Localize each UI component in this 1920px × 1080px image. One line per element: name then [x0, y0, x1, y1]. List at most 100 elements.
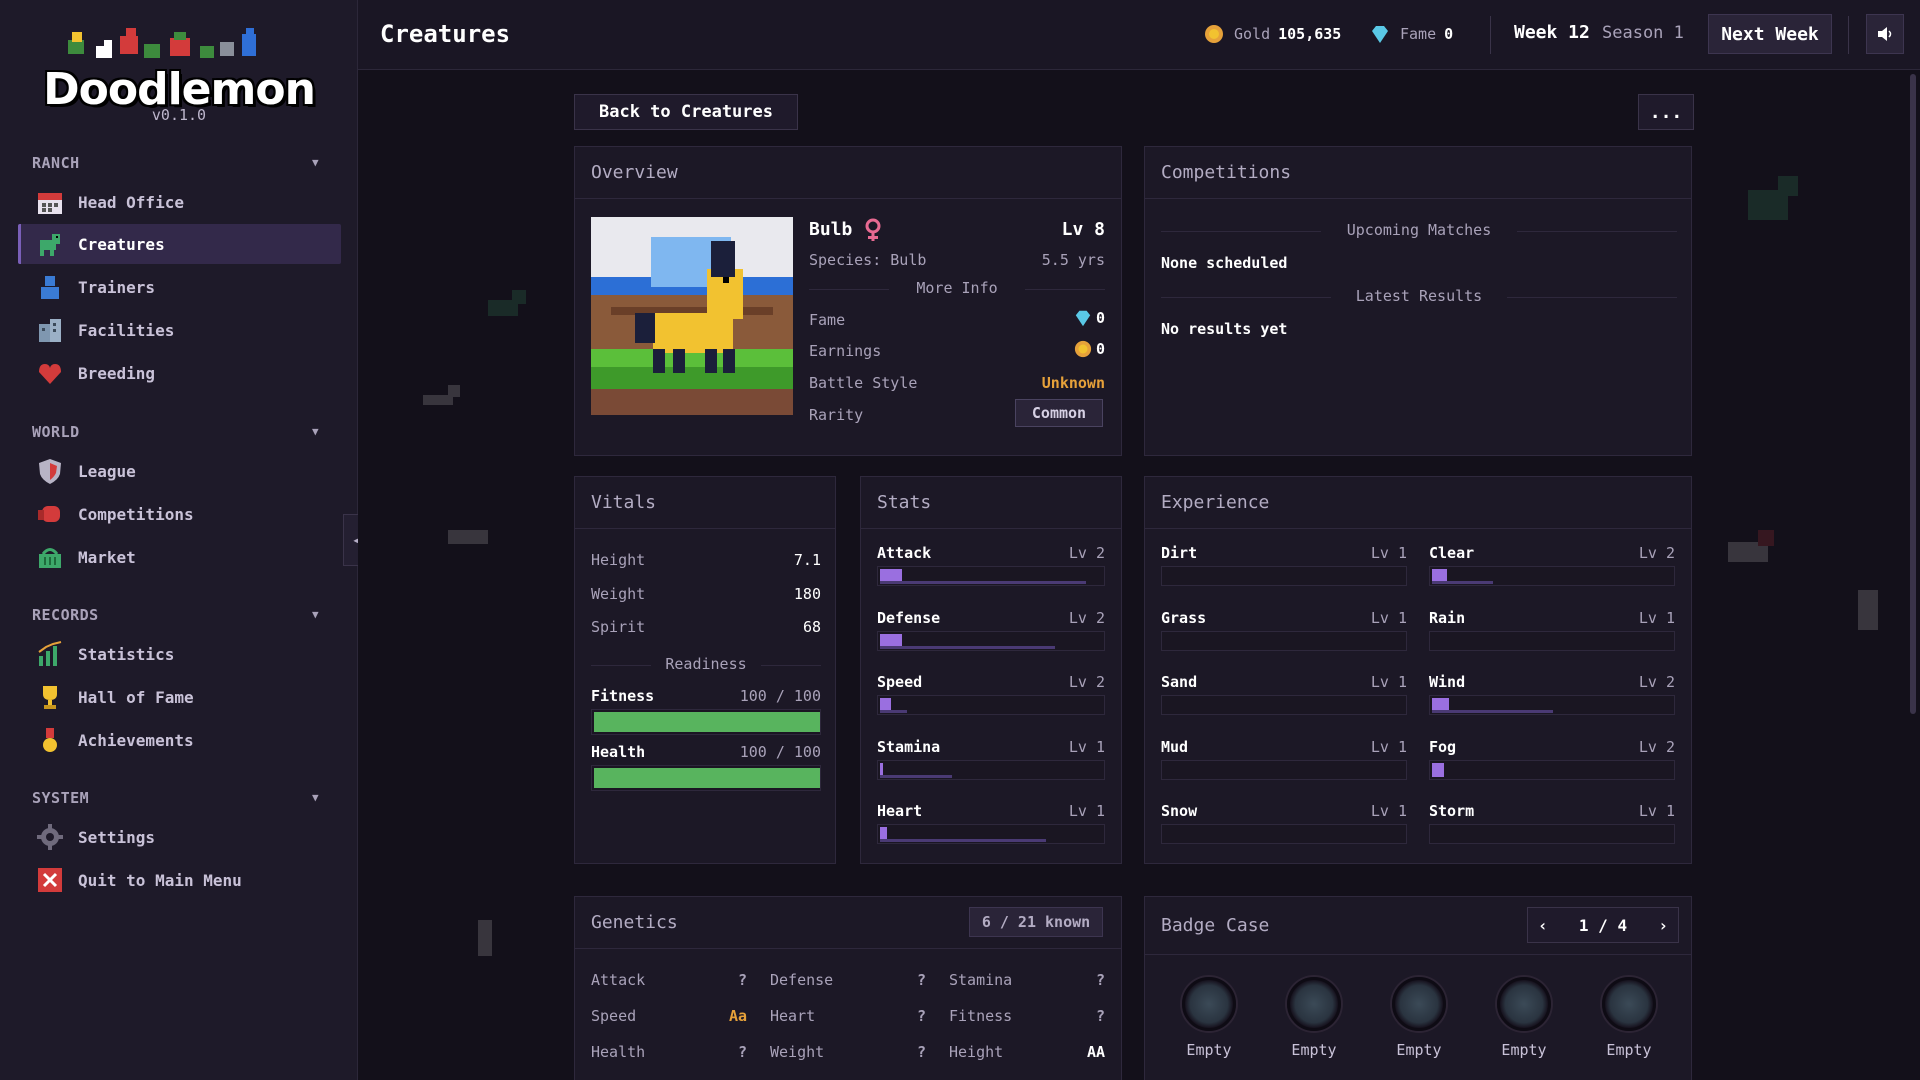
background-critter-icon [1858, 590, 1878, 630]
badge-slot[interactable]: Empty [1494, 977, 1554, 1059]
health-label: Health [591, 743, 646, 761]
badge-slot[interactable]: Empty [1179, 977, 1239, 1059]
creature-name: Bulb [809, 219, 853, 240]
female-icon [865, 218, 881, 241]
upcoming-matches-value: None scheduled [1161, 254, 1288, 272]
gene-label: Health [591, 1043, 646, 1061]
experience-panel: Experience Dirt Lv 1 Clear Lv 2 Grass Lv 1 Rai… [1144, 476, 1692, 864]
stat-progress-bar [1429, 824, 1675, 844]
gene-value: ? [916, 1007, 926, 1025]
sidebar-item-league[interactable]: League [18, 451, 341, 491]
upcoming-matches-heading: Upcoming Matches [1346, 221, 1492, 239]
stat-level: Lv 1 [1068, 802, 1105, 820]
more-options-button[interactable]: ... [1638, 94, 1694, 130]
sidebar-item-achievements[interactable]: Achievements [18, 720, 341, 760]
stat-progress-bar [877, 566, 1105, 586]
panel-title: Competitions [1145, 147, 1691, 199]
sidebar: Doodlemon v0.1.0 RANCH ▼ Head Office Cre… [0, 0, 358, 1080]
stat-label: Wind [1429, 673, 1466, 691]
gene-value: ? [916, 971, 926, 989]
sidebar-item-head-office[interactable]: Head Office [18, 182, 341, 222]
next-week-button[interactable]: Next Week [1708, 14, 1832, 54]
stat-level: Lv 1 [1370, 608, 1407, 627]
stat-xp-fill [1432, 581, 1493, 584]
section-toggle-ranch[interactable]: ▼ [312, 156, 319, 169]
divider [761, 665, 821, 666]
stat-progress-fill [1432, 762, 1444, 777]
gold-coin-icon [1205, 25, 1223, 43]
sidebar-item-breeding[interactable]: Breeding [18, 353, 341, 393]
back-to-creatures-button[interactable]: Back to Creatures [574, 94, 798, 130]
background-critter-icon [478, 920, 492, 956]
stat-label: Defense [877, 608, 941, 627]
stat-level: Lv 2 [1068, 608, 1105, 627]
sidebar-item-settings[interactable]: Settings [18, 817, 341, 857]
sidebar-item-hall-of-fame[interactable]: Hall of Fame [18, 677, 341, 717]
divider [1517, 231, 1677, 232]
chart-icon [38, 641, 62, 666]
divider [1507, 297, 1677, 298]
readiness-heading: Readiness [665, 655, 747, 673]
stat-xp-fill [880, 645, 1055, 649]
sidebar-item-statistics[interactable]: Statistics [18, 634, 341, 674]
badge-next-button[interactable]: › [1658, 916, 1668, 935]
weight-label: Weight [591, 585, 646, 603]
sidebar-item-creatures[interactable]: Creatures [18, 224, 341, 264]
section-toggle-records[interactable]: ▼ [312, 608, 319, 621]
stat-xp-fill [880, 710, 907, 713]
stat-label: Rain [1429, 608, 1466, 627]
stat-label: Attack [877, 544, 932, 562]
heart-icon [39, 364, 61, 384]
health-bar-fill [594, 768, 820, 788]
sound-toggle-button[interactable] [1866, 14, 1904, 54]
gene-label: Height [949, 1043, 1004, 1061]
header-divider [1490, 16, 1491, 54]
badge-slot[interactable]: Empty [1284, 977, 1344, 1059]
stat-label: Grass [1161, 608, 1207, 627]
sidebar-item-market[interactable]: Market [18, 537, 341, 577]
trainer-icon [41, 276, 59, 299]
trophy-icon [43, 686, 57, 709]
background-critter-icon [1748, 176, 1798, 220]
main-scrollbar[interactable] [1910, 74, 1916, 714]
stat-progress-bar [1429, 759, 1675, 780]
sidebar-item-label: Trainers [78, 277, 156, 297]
badge-slot[interactable]: Empty [1599, 977, 1659, 1059]
section-toggle-world[interactable]: ▼ [312, 425, 319, 438]
fame-counter: Fame 0 [1370, 24, 1453, 44]
creature-age: 5.5 yrs [1041, 251, 1105, 269]
sidebar-item-competitions[interactable]: Competitions [18, 494, 341, 534]
creature-icon [40, 234, 60, 256]
sidebar-item-facilities[interactable]: Facilities [18, 310, 341, 350]
empty-badge-icon [1602, 977, 1656, 1031]
gene-value: ? [737, 971, 747, 989]
stat-label: Snow [1161, 802, 1198, 820]
stat-level: Lv 2 [1068, 673, 1105, 691]
divider [1161, 231, 1321, 232]
gene-value: ? [1095, 1007, 1105, 1025]
header-divider [1848, 16, 1849, 54]
panel-title: Stats [861, 477, 1121, 529]
empty-badge-icon [1287, 977, 1341, 1031]
fame-label: Fame [1400, 25, 1437, 43]
overview-panel: Overview Bulb Lv 8 Species: Bulb 5.5 yrs… [574, 146, 1122, 456]
section-toggle-system[interactable]: ▼ [312, 791, 319, 804]
season-label: Season 1 [1602, 23, 1684, 43]
stat-level: Lv 1 [1370, 673, 1407, 691]
gold-label: Gold [1234, 25, 1271, 43]
fame-gem-icon [1075, 310, 1091, 327]
genetics-known-count: 6 / 21 known [969, 907, 1103, 937]
section-title-system: SYSTEM [32, 789, 90, 807]
badge-prev-button[interactable]: ‹ [1538, 916, 1548, 935]
section-title-ranch: RANCH [32, 154, 80, 172]
sidebar-item-label: Head Office [78, 192, 184, 212]
badge-label: Empty [1396, 1041, 1442, 1059]
stat-xp-fill [880, 839, 1046, 842]
gene-label: Attack [591, 971, 646, 989]
sidebar-item-trainers[interactable]: Trainers [18, 267, 341, 307]
gene-value: Aa [728, 1007, 747, 1025]
sidebar-item-label: Market [78, 547, 136, 567]
sidebar-item-quit[interactable]: Quit to Main Menu [18, 860, 341, 900]
app-version: v0.1.0 [151, 106, 207, 124]
badge-slot[interactable]: Empty [1389, 977, 1449, 1059]
